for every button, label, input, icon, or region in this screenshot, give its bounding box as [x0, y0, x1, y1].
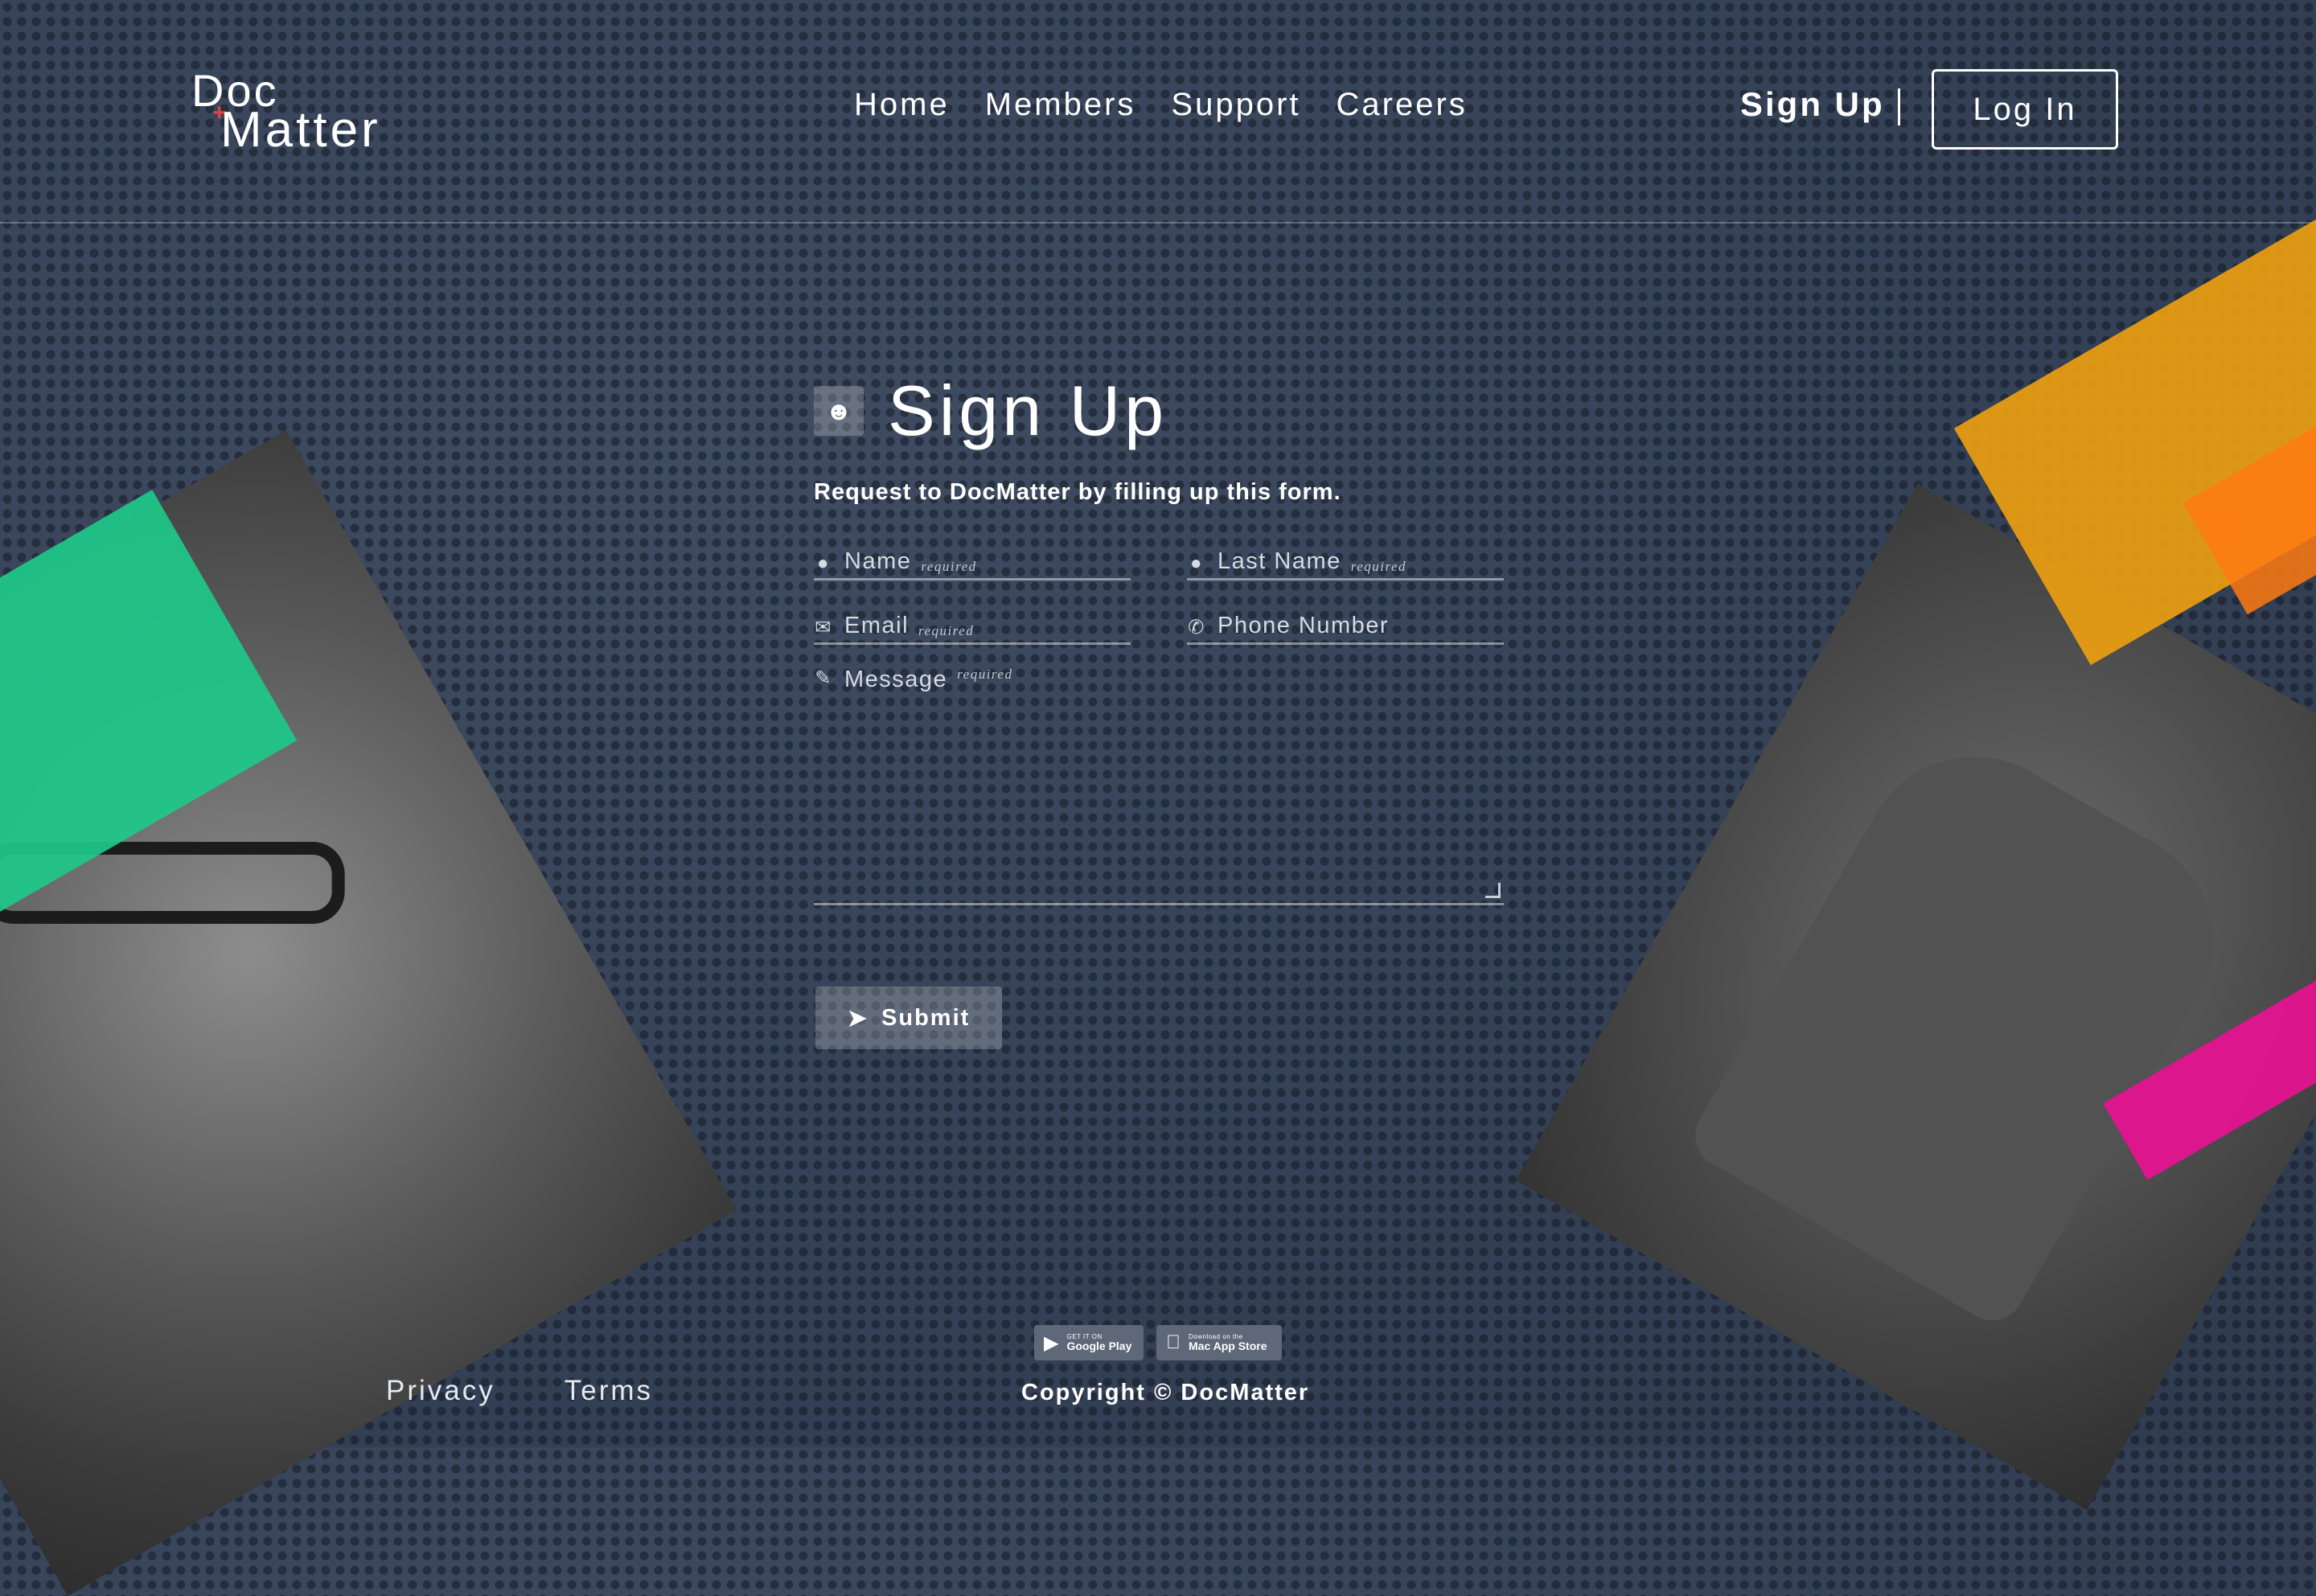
google-play-badge[interactable]: ▶ GET IT ON Google Play: [1034, 1325, 1144, 1360]
footer-links: Privacy Terms: [386, 1375, 653, 1407]
phone-field[interactable]: ✆ Phone Number: [1187, 602, 1504, 645]
message-label: Message: [844, 667, 948, 692]
copyright-text: Copyright © DocMatter: [1021, 1380, 1310, 1405]
nav-careers[interactable]: Careers: [1337, 87, 1468, 123]
form-subtitle: Request to DocMatter by filling up this …: [814, 479, 1341, 505]
submit-label: Submit: [881, 1004, 971, 1031]
signup-form: ☻ Sign Up Request to DocMatter by fillin…: [814, 370, 1505, 1061]
nav-home[interactable]: Home: [854, 87, 950, 123]
nav-support[interactable]: Support: [1171, 87, 1300, 123]
required-note: required: [918, 623, 975, 638]
docmatter-logo[interactable]: Doc + Matter: [191, 64, 384, 158]
last-name-field[interactable]: ● Last Name required: [1187, 538, 1504, 581]
name-label: Name: [844, 548, 912, 574]
name-field[interactable]: ● Name required: [814, 538, 1131, 581]
phone-icon: ✆: [1188, 617, 1205, 638]
login-button[interactable]: Log In: [1932, 69, 2118, 150]
main-nav: Home Members Support Careers: [854, 87, 1468, 123]
people-photo: [1515, 483, 2316, 1511]
nav-members[interactable]: Members: [985, 87, 1136, 123]
form-header: ☻ Sign Up: [814, 370, 1505, 452]
mac-app-store-big-text: Mac App Store: [1174, 1340, 1267, 1352]
last-name-label: Last Name: [1218, 548, 1341, 574]
mac-app-store-text: Download on the Mac App Store: [1189, 1334, 1267, 1352]
pencil-icon: ✎: [815, 667, 832, 689]
resize-handle-icon[interactable]: [1485, 883, 1501, 898]
logo-text-matter: Matter: [220, 102, 381, 158]
user-icon: ●: [817, 552, 830, 574]
phone-label: Phone Number: [1218, 613, 1390, 638]
email-label: Email: [844, 613, 910, 638]
privacy-link[interactable]: Privacy: [386, 1375, 495, 1407]
send-icon: ➤: [847, 1005, 869, 1032]
required-note: required: [957, 667, 1013, 682]
user-icon: ●: [1190, 552, 1203, 574]
envelope-icon: ✉: [815, 617, 832, 638]
form-fields: ● Name required ● Last Name required ✉ E…: [814, 538, 1505, 1061]
mac-app-store-badge[interactable]:  Download on the Mac App Store: [1156, 1325, 1282, 1360]
required-note: required: [921, 559, 977, 574]
submit-button[interactable]: ➤ Submit: [815, 987, 1002, 1049]
app-store-badges: ▶ GET IT ON Google Play  Download on th…: [1034, 1325, 1282, 1360]
top-navigation-bar: Doc + Matter Home Members Support Career…: [0, 0, 2316, 224]
google-play-text: GET IT ON Google Play: [1066, 1334, 1131, 1352]
google-play-icon: ▶: [1044, 1331, 1059, 1354]
message-textarea[interactable]: ✎ Message required: [814, 667, 1504, 905]
terms-link[interactable]: Terms: [565, 1375, 653, 1407]
email-field[interactable]: ✉ Email required: [814, 602, 1131, 645]
shirt-shape: [1683, 715, 2253, 1332]
apple-icon: : [1166, 1331, 1181, 1354]
signup-link[interactable]: Sign Up: [1740, 85, 1885, 124]
required-note: required: [1350, 559, 1407, 574]
form-title: Sign Up: [888, 371, 1168, 450]
google-play-big-text: Google Play: [1066, 1340, 1132, 1352]
auth-divider: [1898, 88, 1900, 125]
user-add-icon: ☻: [814, 386, 864, 436]
